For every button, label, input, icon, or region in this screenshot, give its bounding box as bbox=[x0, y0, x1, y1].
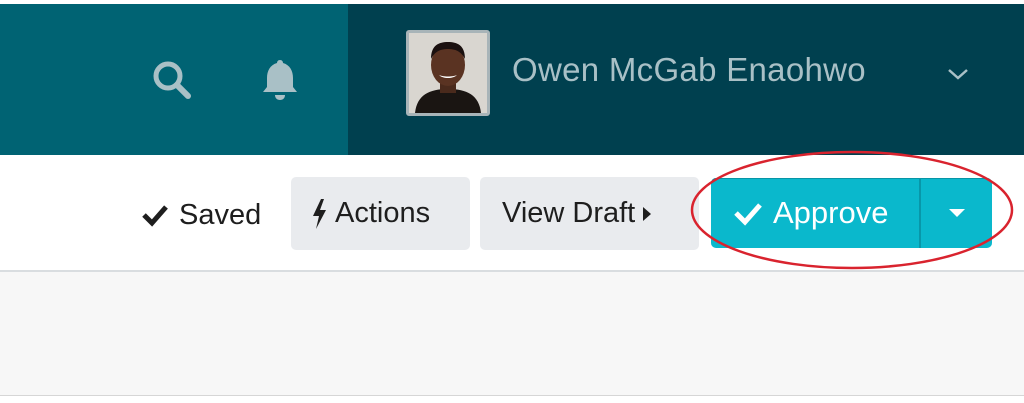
user-menu[interactable]: Owen McGab Enaohwo bbox=[348, 4, 1024, 155]
lightning-icon bbox=[313, 198, 326, 229]
view-draft-label: View Draft bbox=[502, 197, 636, 229]
check-icon bbox=[142, 205, 168, 227]
check-icon bbox=[734, 203, 762, 226]
search-button[interactable] bbox=[148, 56, 196, 104]
user-name[interactable]: Owen McGab Enaohwo bbox=[512, 51, 866, 89]
user-menu-toggle[interactable] bbox=[944, 60, 972, 88]
chevron-down-icon bbox=[948, 69, 968, 80]
view-draft-button[interactable]: View Draft bbox=[480, 177, 699, 250]
top-bar-left bbox=[0, 4, 348, 155]
actions-label: Actions bbox=[335, 197, 431, 229]
content-area bbox=[0, 272, 1024, 396]
saved-label: Saved bbox=[179, 198, 262, 231]
actions-button[interactable]: Actions bbox=[291, 177, 470, 250]
avatar[interactable] bbox=[406, 30, 490, 116]
caret-right-icon bbox=[643, 206, 652, 221]
content-bottom-border bbox=[0, 395, 1024, 396]
caret-down-icon bbox=[948, 209, 965, 217]
approve-label: Approve bbox=[773, 195, 889, 230]
approve-button-group: Approve bbox=[711, 178, 992, 248]
approve-dropdown-toggle[interactable] bbox=[921, 178, 992, 248]
search-icon bbox=[153, 61, 191, 99]
saved-status: Saved bbox=[141, 197, 261, 233]
notifications-button[interactable] bbox=[256, 56, 304, 104]
approve-button[interactable]: Approve bbox=[711, 178, 919, 248]
top-bar: Owen McGab Enaohwo bbox=[0, 4, 1024, 155]
bell-icon bbox=[263, 60, 297, 100]
